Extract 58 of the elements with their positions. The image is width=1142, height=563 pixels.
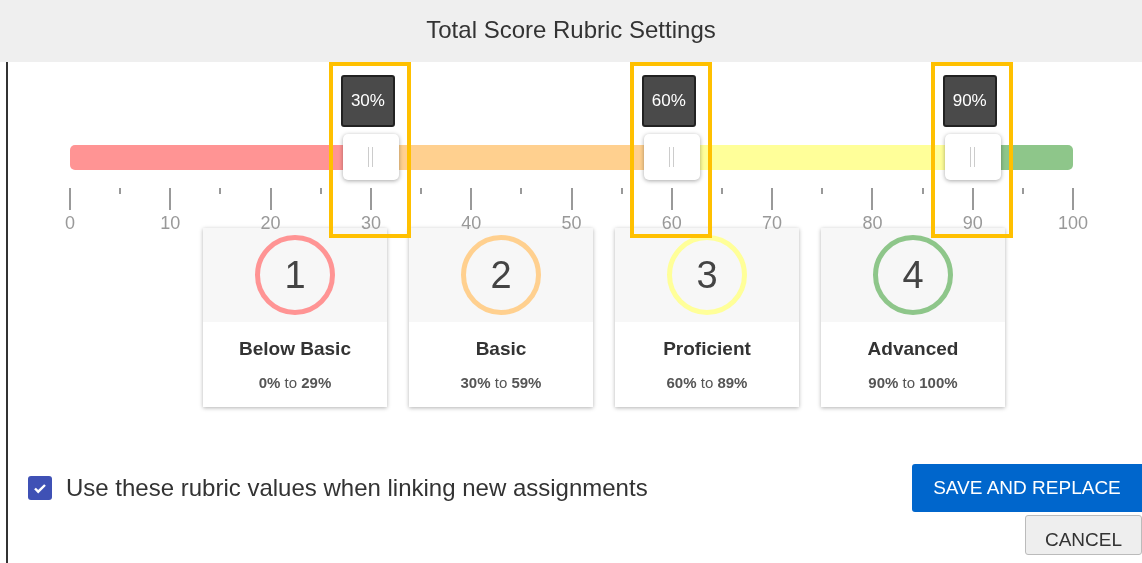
slider-handle[interactable]: [944, 134, 1001, 180]
major-tick: [269, 188, 272, 210]
value-tooltip: 30%: [340, 75, 395, 127]
option-label: Use these rubric values when linking new assignments: [66, 473, 648, 503]
level-range: 90% to 100%: [867, 372, 959, 393]
grip-icon: [669, 147, 675, 167]
level-name: Advanced: [866, 337, 960, 361]
level-range: 30% to 59%: [459, 372, 543, 393]
tick-label: 50: [560, 212, 583, 235]
checkbox[interactable]: [28, 476, 52, 500]
tick-label: 10: [159, 212, 182, 235]
tick-label: 0: [64, 212, 76, 235]
tick-label: 30: [359, 212, 382, 235]
minor-tick: [821, 188, 824, 194]
minor-tick: [1021, 188, 1024, 194]
grip-icon: [368, 147, 374, 167]
major-tick: [670, 188, 673, 210]
minor-tick: [720, 188, 723, 194]
level-range: 60% to 89%: [665, 372, 749, 393]
level-number: 1: [255, 235, 335, 315]
level-number: 4: [873, 235, 953, 315]
window-title: Total Score Rubric Settings: [426, 15, 716, 45]
tick-label: 20: [259, 212, 282, 235]
cancel-button[interactable]: CANCEL: [1025, 515, 1142, 555]
minor-tick: [921, 188, 924, 194]
minor-tick: [219, 188, 222, 194]
major-tick: [570, 188, 573, 210]
major-tick: [69, 188, 71, 210]
level-number: 2: [461, 235, 541, 315]
minor-tick: [520, 188, 523, 194]
minor-tick: [319, 188, 322, 194]
tick-label: 60: [660, 212, 683, 235]
major-tick: [771, 188, 774, 210]
slider-handle[interactable]: [643, 134, 700, 180]
major-tick: [971, 188, 974, 210]
tick-label: 70: [761, 212, 784, 235]
major-tick: [871, 188, 874, 210]
major-tick: [369, 188, 372, 210]
major-tick: [470, 188, 473, 210]
tick-label: 40: [460, 212, 483, 235]
major-tick: [169, 188, 172, 210]
grip-icon: [970, 147, 976, 167]
slider-handle[interactable]: [342, 134, 399, 180]
save-button[interactable]: SAVE AND REPLACE: [912, 464, 1142, 512]
tick-label: 100: [1056, 212, 1089, 235]
tick-label: 90: [961, 212, 984, 235]
level-name: Below Basic: [238, 337, 352, 361]
minor-tick: [620, 188, 623, 194]
minor-tick: [420, 188, 423, 194]
level-name: Basic: [474, 337, 528, 361]
minor-tick: [119, 188, 122, 194]
level-number: 3: [667, 235, 747, 315]
value-tooltip: 90%: [942, 75, 997, 127]
value-tooltip: 60%: [641, 75, 696, 127]
level-name: Proficient: [662, 337, 752, 361]
level-range: 0% to 29%: [257, 372, 333, 393]
tick-label: 80: [861, 212, 884, 235]
major-tick: [1072, 188, 1074, 210]
